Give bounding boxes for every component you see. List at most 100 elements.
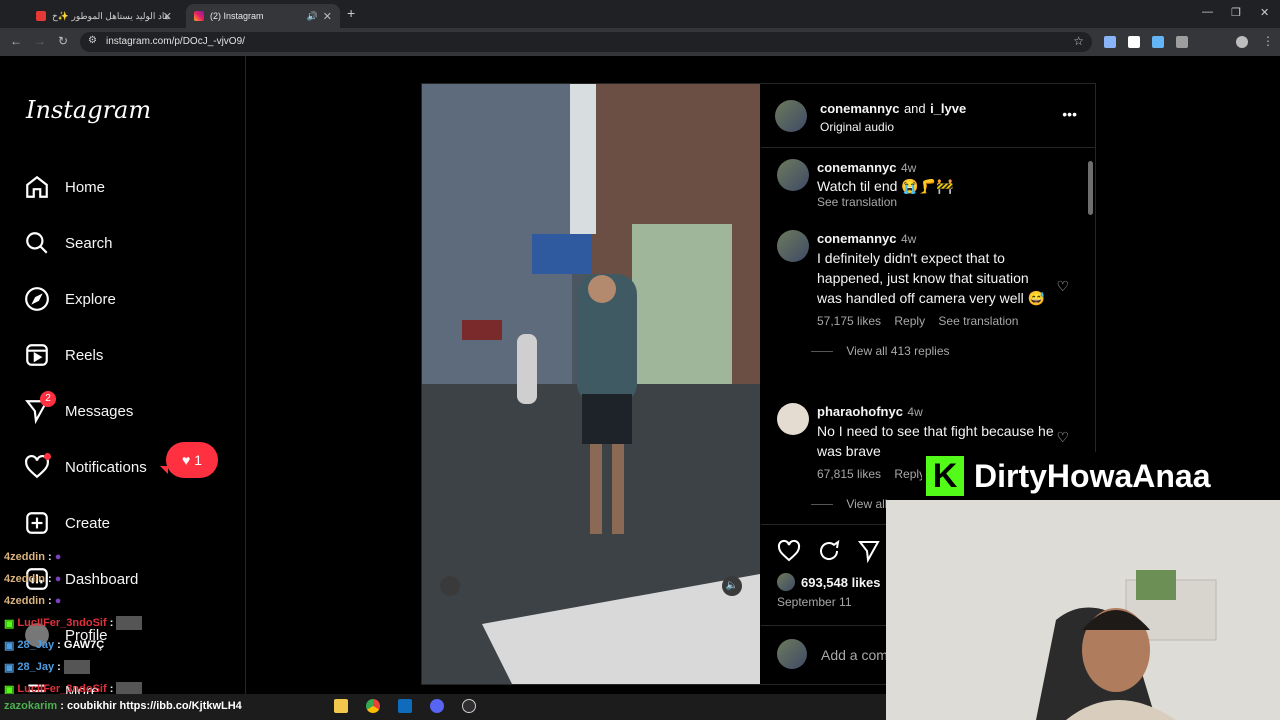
chat-message: ▣ LucIIFer_3ndoSif : (4, 612, 224, 634)
nav-messages[interactable]: 2 Messages (24, 391, 224, 429)
outlook-icon[interactable] (398, 699, 412, 713)
nav-search[interactable]: Search (24, 225, 224, 261)
chat-text: GAW7Ç (63, 639, 105, 651)
chat-username: 4zeddin (4, 595, 45, 607)
likes-count[interactable]: 693,548 likes (801, 575, 881, 590)
instagram-icon (194, 11, 204, 21)
compass-icon (25, 287, 49, 311)
like-comment-icon[interactable]: ♡ (1056, 278, 1069, 295)
heart-filled-icon: ♥ (181, 452, 191, 468)
share-icon[interactable] (857, 539, 881, 563)
emote-icon: ● (54, 595, 62, 607)
author-avatar[interactable] (775, 100, 807, 132)
browser-toolbar: ← → ↻ ⚙ instagram.com/p/DOcJ_-vjvO9/ ☆ ⋮ (0, 28, 1280, 56)
badge-icon: ▣ (4, 639, 15, 652)
author-username[interactable]: conemannyc (820, 101, 899, 116)
close-window-icon[interactable]: ✕ (1260, 6, 1269, 19)
comment-likes[interactable]: 57,175 likes (817, 314, 881, 328)
extension-icon[interactable] (1128, 36, 1140, 48)
minimize-icon[interactable]: — (1202, 6, 1213, 18)
see-translation-link[interactable]: See translation (817, 195, 1077, 209)
chat-username: 4zeddin (4, 573, 45, 585)
notification-dot (44, 453, 51, 460)
back-icon[interactable]: ← (10, 34, 22, 48)
audio-label[interactable]: Original audio (820, 120, 966, 134)
bookmark-star-icon[interactable]: ☆ (1073, 34, 1084, 48)
nav-reels[interactable]: Reels (24, 337, 224, 373)
plus-icon (26, 512, 48, 534)
notification-popup[interactable]: ♥ 1 (160, 442, 218, 478)
comment-item: conemannyc 4w I definitely didn't expect… (777, 230, 1077, 358)
comment-likes[interactable]: 67,815 likes (817, 467, 881, 481)
comment-username[interactable]: conemannyc (817, 160, 896, 175)
commenter-avatar[interactable] (777, 403, 809, 435)
comment-username[interactable]: conemannyc (817, 231, 896, 246)
coauthor-username[interactable]: i_lyve (930, 101, 966, 116)
streamer-name: DirtyHowaAnaa (974, 458, 1211, 494)
comment-time: 4w (907, 405, 923, 419)
chat-text: coubikhir https://ibb.co/KjtkwLH4 (67, 700, 242, 712)
nav-create[interactable]: Create (24, 505, 224, 541)
new-tab-icon[interactable]: + (347, 5, 355, 21)
nav-label: Search (65, 234, 113, 252)
view-replies-link[interactable]: View all (846, 497, 887, 511)
reload-icon[interactable]: ↻ (58, 34, 68, 48)
commenter-avatar[interactable] (777, 230, 809, 262)
divider (811, 351, 833, 353)
obs-icon[interactable] (462, 699, 476, 713)
extension-icon[interactable] (1152, 36, 1164, 48)
like-icon[interactable] (777, 539, 801, 563)
address-bar[interactable]: ⚙ instagram.com/p/DOcJ_-vjvO9/ ☆ (80, 32, 1092, 52)
app-icon[interactable] (430, 699, 444, 713)
comment-text: I definitely didn't expect that to happe… (817, 250, 1046, 306)
view-replies-link[interactable]: View all 413 replies (846, 344, 949, 358)
comment-username[interactable]: pharaohofnyc (817, 404, 903, 419)
and-label: and (903, 101, 926, 116)
search-icon (26, 232, 48, 254)
file-explorer-icon[interactable] (334, 699, 348, 713)
stream-chat: 4zeddin : ● 4zeddin : ● 4zeddin : ● ▣ Luc… (4, 546, 224, 700)
nav-home[interactable]: Home (24, 169, 224, 205)
site-info-icon[interactable]: ⚙ (88, 35, 97, 46)
comment-item: conemannyc 4w Watch til end 😭🦵🚧 See tran… (777, 159, 1077, 209)
nav-explore[interactable]: Explore (24, 281, 224, 317)
nav-label: Notifications (65, 458, 147, 476)
comment-icon[interactable] (817, 539, 841, 563)
volume-icon[interactable]: 🔈 (722, 576, 742, 596)
forward-icon[interactable]: → (34, 34, 46, 48)
notification-count: 1 (194, 452, 203, 468)
profile-icon[interactable] (1236, 36, 1248, 48)
post-date: September 11 (777, 595, 852, 609)
my-avatar (777, 639, 807, 669)
puzzle-icon[interactable] (1176, 36, 1188, 48)
more-options-icon[interactable]: ••• (1062, 106, 1077, 122)
badge-icon: ▣ (4, 617, 15, 630)
chat-username: 4zeddin (4, 551, 45, 563)
reel-video[interactable]: 🔈 (422, 84, 760, 684)
browser-tab-active[interactable]: (2) Instagram 🔊 ✕ (186, 4, 340, 28)
chrome-icon[interactable] (366, 699, 380, 713)
emote-icon: ● (54, 551, 62, 563)
maximize-icon[interactable]: ❐ (1231, 6, 1241, 19)
close-tab-icon[interactable]: ✕ (163, 10, 172, 23)
see-translation-link[interactable]: See translation (938, 314, 1018, 328)
chat-separator: : (106, 617, 117, 629)
extension-icon[interactable] (1104, 36, 1116, 48)
close-tab-icon[interactable]: ✕ (323, 10, 332, 23)
commenter-avatar[interactable] (777, 159, 809, 191)
reply-button[interactable]: Reply (894, 314, 925, 328)
reels-icon (26, 344, 48, 366)
chrome-menu-icon[interactable]: ⋮ (1262, 34, 1274, 48)
speaker-icon[interactable]: 🔊 (307, 11, 318, 22)
nav-label: Create (65, 514, 111, 532)
chat-separator: : (44, 551, 55, 563)
instagram-logo[interactable]: Instagram (26, 96, 151, 124)
chat-username: 28_Jay (17, 639, 55, 651)
reply-button[interactable]: Reply (894, 467, 925, 481)
scrollbar[interactable] (1088, 161, 1093, 215)
like-comment-icon[interactable]: ♡ (1056, 429, 1069, 446)
user-tag-icon[interactable] (440, 576, 460, 596)
chat-message: 4zeddin : ● (4, 568, 224, 590)
chat-username: 28_Jay (17, 661, 55, 673)
browser-tab[interactable]: هاد الوليد يستاهل الموطور ✨خ ✕ (28, 4, 180, 28)
